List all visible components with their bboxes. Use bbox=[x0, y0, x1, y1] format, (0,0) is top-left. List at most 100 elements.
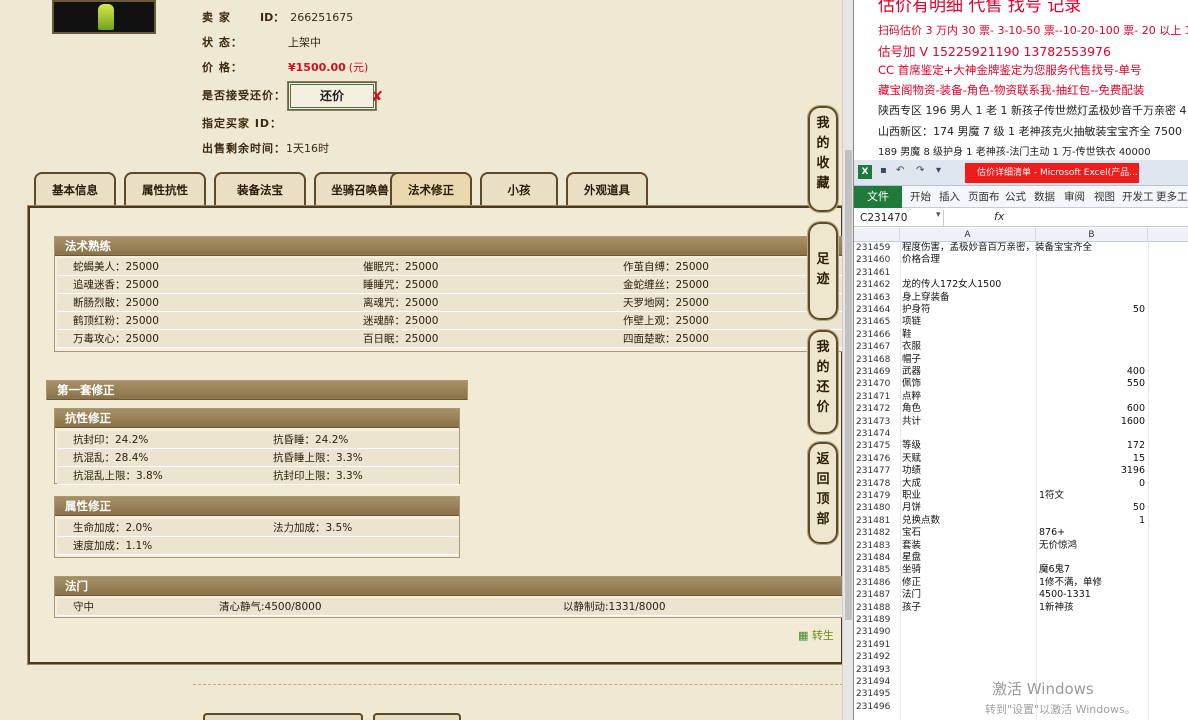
cell-a[interactable]: 孩子 bbox=[902, 602, 921, 614]
cell-a[interactable]: 套装 bbox=[902, 540, 921, 552]
row-number[interactable]: 231496 bbox=[856, 701, 900, 713]
row-number[interactable]: 231475 bbox=[856, 440, 900, 452]
row-number[interactable]: 231485 bbox=[856, 564, 900, 576]
tab-more[interactable]: 更多工 bbox=[1156, 186, 1188, 208]
transfer-link[interactable]: ▦ 转生 bbox=[798, 627, 834, 643]
table-row[interactable]: 231471 点粹 bbox=[854, 391, 1188, 403]
row-number[interactable]: 231471 bbox=[856, 391, 900, 403]
cell-a[interactable]: 武器 bbox=[902, 366, 921, 378]
back-to-top-button[interactable]: 返回顶部 bbox=[807, 441, 839, 545]
row-number[interactable]: 231465 bbox=[856, 316, 900, 328]
table-row[interactable]: 231489 bbox=[854, 614, 1188, 626]
row-number[interactable]: 231462 bbox=[856, 279, 900, 291]
cell-a[interactable]: 职业 bbox=[902, 490, 921, 502]
table-row[interactable]: 231481 兑换点数 1 bbox=[854, 515, 1188, 527]
cell-b[interactable]: 550 bbox=[1039, 378, 1145, 390]
row-number[interactable]: 231488 bbox=[856, 602, 900, 614]
table-row[interactable]: 231490 bbox=[854, 626, 1188, 638]
row-number[interactable]: 231476 bbox=[856, 453, 900, 465]
row-number[interactable]: 231490 bbox=[856, 626, 900, 638]
table-row[interactable]: 231467 衣服 bbox=[854, 341, 1188, 353]
spreadsheet-grid[interactable]: A B 231459 程度伤害，孟极妙音百万亲密，装备宝宝齐全 231460 价格合理… bbox=[854, 228, 1188, 720]
row-number[interactable]: 231466 bbox=[856, 329, 900, 341]
row-number[interactable]: 231479 bbox=[856, 490, 900, 502]
cell-a[interactable]: 天赋 bbox=[902, 453, 921, 465]
table-row[interactable]: 231477 功绩 3196 bbox=[854, 465, 1188, 477]
cell-a[interactable]: 兑换点数 bbox=[902, 515, 940, 527]
bargain-button[interactable]: 还价 ✘ bbox=[287, 81, 383, 111]
table-row[interactable]: 231472 角色 600 bbox=[854, 403, 1188, 415]
row-number[interactable]: 231473 bbox=[856, 416, 900, 428]
table-row[interactable]: 231485 坐骑 魔6鬼7 bbox=[854, 564, 1188, 576]
row-number[interactable]: 231472 bbox=[856, 403, 900, 415]
row-number[interactable]: 231486 bbox=[856, 577, 900, 589]
tab-developer[interactable]: 开发工 bbox=[1122, 186, 1154, 208]
cell-a[interactable]: 价格合理 bbox=[902, 254, 940, 266]
cell-a[interactable]: 大成 bbox=[902, 478, 921, 490]
table-row[interactable]: 231464 护身符 50 bbox=[854, 304, 1188, 316]
table-row[interactable]: 231487 法门 4500-1331 bbox=[854, 589, 1188, 601]
cell-a[interactable]: 修正 bbox=[902, 577, 921, 589]
row-number[interactable]: 231494 bbox=[856, 676, 900, 688]
tab-insert[interactable]: 插入 bbox=[939, 186, 960, 208]
tab-children[interactable]: 小孩 bbox=[480, 172, 558, 206]
table-row[interactable]: 231484 星盘 bbox=[854, 552, 1188, 564]
table-row[interactable]: 231492 bbox=[854, 651, 1188, 663]
cell-a[interactable]: 龙的传人172女人1500 bbox=[902, 279, 1001, 291]
cell-a[interactable]: 功绩 bbox=[902, 465, 921, 477]
row-number[interactable]: 231481 bbox=[856, 515, 900, 527]
cell-b[interactable]: 600 bbox=[1039, 403, 1145, 415]
cell-b[interactable]: 1符文 bbox=[1039, 490, 1064, 502]
tab-formulas[interactable]: 公式 bbox=[1005, 186, 1026, 208]
row-number[interactable]: 231493 bbox=[856, 664, 900, 676]
row-number[interactable]: 231495 bbox=[856, 688, 900, 700]
cell-b[interactable]: 876+ bbox=[1039, 527, 1065, 539]
tab-home[interactable]: 开始 bbox=[910, 186, 931, 208]
row-number[interactable]: 231461 bbox=[856, 267, 900, 279]
row-number[interactable]: 231487 bbox=[856, 589, 900, 601]
favorites-button[interactable]: 我的收藏 bbox=[807, 105, 839, 213]
tab-page-layout[interactable]: 页面布 bbox=[968, 186, 1000, 208]
row-number[interactable]: 231482 bbox=[856, 527, 900, 539]
cell-a[interactable]: 程度伤害，孟极妙音百万亲密，装备宝宝齐全 bbox=[902, 242, 1092, 254]
cell-b[interactable]: 50 bbox=[1039, 304, 1145, 316]
cell-a[interactable]: 星盘 bbox=[902, 552, 921, 564]
bottom-button-1[interactable] bbox=[203, 713, 363, 720]
table-row[interactable]: 231491 bbox=[854, 639, 1188, 651]
table-row[interactable]: 231465 项链 bbox=[854, 316, 1188, 328]
cell-b[interactable]: 15 bbox=[1039, 453, 1145, 465]
cell-b[interactable]: 1新神孩 bbox=[1039, 602, 1074, 614]
row-number[interactable]: 231460 bbox=[856, 254, 900, 266]
cell-b[interactable]: 50 bbox=[1039, 502, 1145, 514]
table-row[interactable]: 231468 帽子 bbox=[854, 354, 1188, 366]
footprint-button[interactable]: 足迹 bbox=[807, 221, 839, 321]
row-number[interactable]: 231491 bbox=[856, 639, 900, 651]
scrollbar-thumb[interactable] bbox=[845, 150, 852, 620]
tab-data[interactable]: 数据 bbox=[1034, 186, 1055, 208]
tab-attributes[interactable]: 属性抗性 bbox=[124, 172, 206, 206]
table-row[interactable]: 231470 佩饰 550 bbox=[854, 378, 1188, 390]
chevron-down-icon[interactable]: ▾ bbox=[936, 210, 941, 220]
column-b-header[interactable]: B bbox=[1036, 228, 1148, 242]
table-row[interactable]: 231462 龙的传人172女人1500 bbox=[854, 279, 1188, 291]
corner-cell[interactable] bbox=[854, 228, 900, 242]
table-row[interactable]: 231475 等级 172 bbox=[854, 440, 1188, 452]
row-number[interactable]: 231463 bbox=[856, 292, 900, 304]
name-box[interactable]: C231470 bbox=[860, 210, 944, 226]
table-row[interactable]: 231476 天赋 15 bbox=[854, 453, 1188, 465]
customize-icon[interactable]: ▾ bbox=[936, 165, 948, 177]
tab-appearance[interactable]: 外观道具 bbox=[566, 172, 648, 206]
column-c-header[interactable] bbox=[1148, 228, 1188, 242]
row-number[interactable]: 231483 bbox=[856, 540, 900, 552]
table-row[interactable]: 231469 武器 400 bbox=[854, 366, 1188, 378]
bottom-button-2[interactable] bbox=[373, 713, 461, 720]
cell-a[interactable]: 共计 bbox=[902, 416, 921, 428]
table-row[interactable]: 231473 共计 1600 bbox=[854, 416, 1188, 428]
tab-view[interactable]: 视图 bbox=[1094, 186, 1115, 208]
table-row[interactable]: 231482 宝石 876+ bbox=[854, 527, 1188, 539]
cell-a[interactable]: 帽子 bbox=[902, 354, 921, 366]
cell-b[interactable]: 1修不满，单修 bbox=[1039, 577, 1102, 589]
cell-a[interactable]: 法门 bbox=[902, 589, 921, 601]
row-number[interactable]: 231469 bbox=[856, 366, 900, 378]
tab-review[interactable]: 审阅 bbox=[1064, 186, 1085, 208]
